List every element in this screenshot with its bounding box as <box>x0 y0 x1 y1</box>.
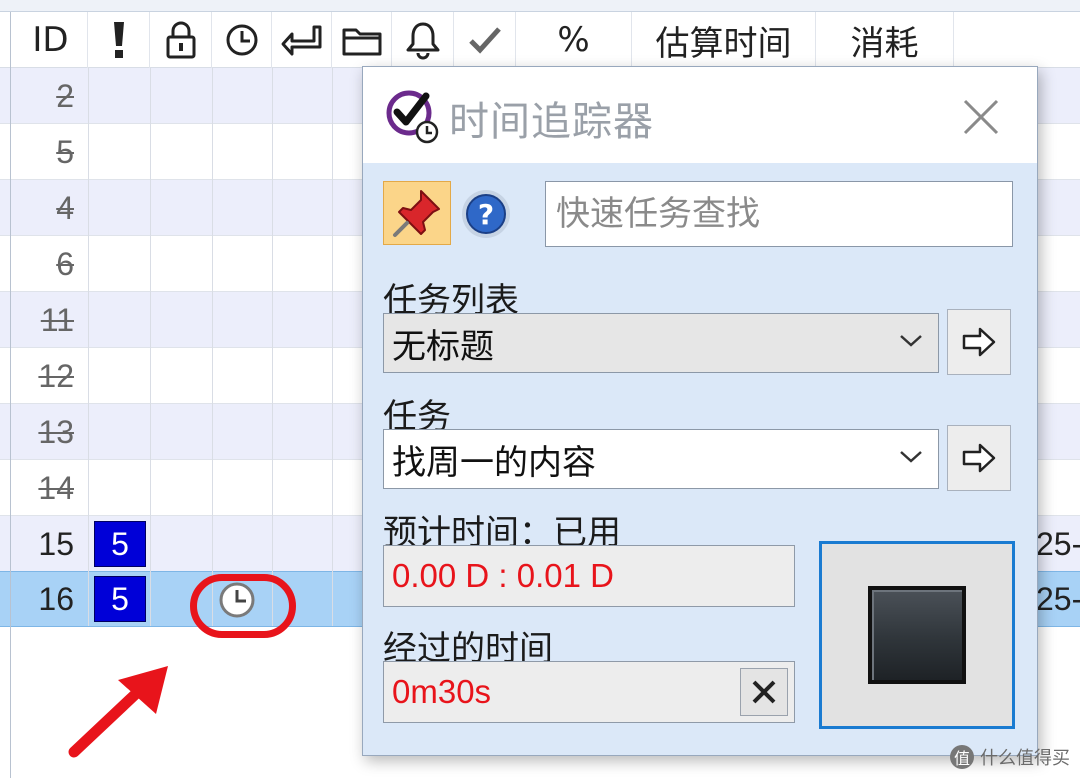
stop-icon <box>868 586 966 684</box>
chevron-down-icon <box>900 451 922 463</box>
folder-icon <box>342 28 381 56</box>
row-id: 12 <box>38 357 74 394</box>
column-header-id[interactable]: ID <box>14 12 88 68</box>
watermark-badge: 值 <box>950 745 974 769</box>
top-strip <box>0 0 1080 12</box>
row-id: 15 <box>38 525 74 562</box>
priority-badge[interactable]: 5 <box>94 576 146 622</box>
row-id: 4 <box>56 189 74 226</box>
priority-exclamation-icon <box>113 22 124 58</box>
row-date-truncated: 25- <box>1036 525 1080 562</box>
column-header-done[interactable] <box>454 12 516 68</box>
dialog-titlebar[interactable]: 时间追踪器 <box>363 67 1037 163</box>
column-header-folder[interactable] <box>332 12 392 68</box>
pushpin-icon <box>393 190 440 237</box>
tasklist-go-button[interactable] <box>947 309 1011 375</box>
grid-line <box>88 68 89 626</box>
dialog-title: 时间追踪器 <box>449 99 654 145</box>
annotation-arrow-icon <box>68 666 168 758</box>
arrow-right-icon <box>962 443 996 473</box>
grid-line <box>272 68 273 626</box>
watermark-text: 什么值得买 <box>980 748 1070 769</box>
column-header-consumed[interactable]: 消耗 <box>816 12 954 68</box>
row-date-truncated: 25- <box>1036 580 1080 617</box>
row-id: 6 <box>56 245 74 282</box>
clock-icon <box>226 24 257 56</box>
bell-icon <box>406 22 439 60</box>
task-select[interactable]: 找周一的内容 <box>383 429 939 489</box>
close-icon[interactable] <box>961 97 1001 137</box>
watermark: 值 什么值得买 <box>950 744 1070 770</box>
pin-button[interactable] <box>383 181 451 245</box>
row-id: 14 <box>38 469 74 506</box>
tasklist-select[interactable]: 无标题 <box>383 313 939 373</box>
stop-timer-button[interactable] <box>819 541 1015 729</box>
grid-line <box>150 68 151 626</box>
grid-left-border <box>10 12 11 778</box>
row-id: 13 <box>38 413 74 450</box>
chevron-down-icon <box>900 335 922 347</box>
column-header-estimate[interactable]: 估算时间 <box>632 12 816 68</box>
row-id: 11 <box>40 301 74 338</box>
lock-icon <box>166 21 195 59</box>
column-header-priority[interactable] <box>88 12 150 68</box>
arrow-right-icon <box>962 327 996 357</box>
elapsed-time-field: 0m30s <box>383 661 795 723</box>
close-icon <box>752 680 776 704</box>
app-check-clock-icon <box>386 90 439 144</box>
stage: ID % 估算时间 消耗 2 5 4 6 11 12 13 14 15 16 5… <box>0 0 1080 778</box>
help-icon[interactable]: ? <box>459 187 513 241</box>
column-header-percent[interactable]: % <box>516 12 632 68</box>
column-header-time[interactable] <box>212 12 272 68</box>
column-header-lock[interactable] <box>150 12 212 68</box>
return-arrow-icon <box>281 25 321 56</box>
priority-badge[interactable]: 5 <box>94 521 146 567</box>
time-tracker-dialog: 时间追踪器 ? 任务列表 无标题 <box>362 66 1038 756</box>
quick-task-search-input[interactable] <box>545 181 1013 247</box>
grid-line <box>332 68 333 626</box>
tasklist-value: 无标题 <box>392 326 494 367</box>
grid-line <box>212 68 213 626</box>
row-id: 5 <box>56 133 74 170</box>
column-header-recurrence[interactable] <box>272 12 332 68</box>
svg-text:?: ? <box>478 198 494 231</box>
estimate-used-value: 0.00 D : 0.01 D <box>392 557 614 594</box>
estimate-used-field: 0.00 D : 0.01 D <box>383 545 795 607</box>
reset-elapsed-button[interactable] <box>740 668 788 716</box>
task-value: 找周一的内容 <box>392 442 596 483</box>
task-go-button[interactable] <box>947 425 1011 491</box>
column-header-reminder[interactable] <box>392 12 454 68</box>
row-id: 2 <box>56 77 74 114</box>
row-id: 16 <box>38 580 74 617</box>
highlight-circle <box>190 574 296 638</box>
checkmark-icon <box>468 27 501 54</box>
elapsed-time-value: 0m30s <box>392 673 492 710</box>
